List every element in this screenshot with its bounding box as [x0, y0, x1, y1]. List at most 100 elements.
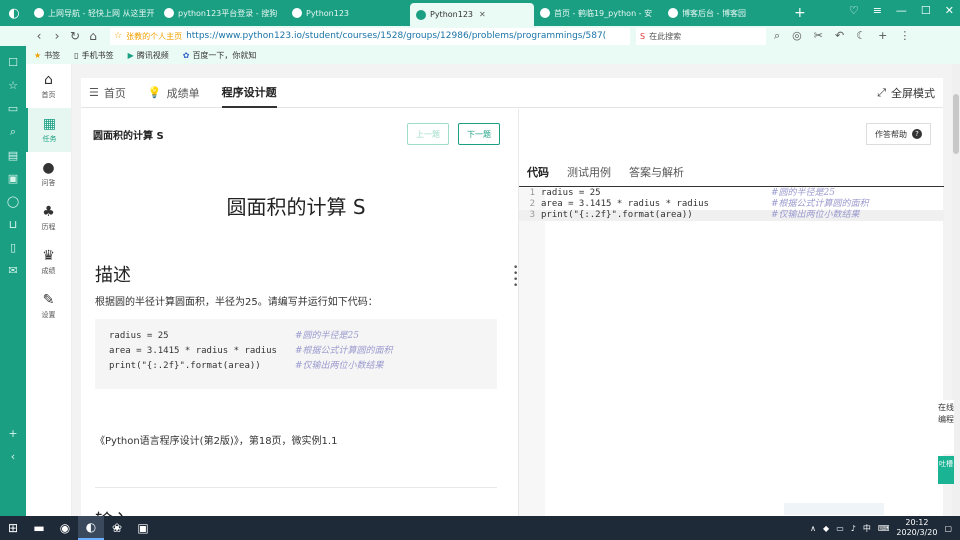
- tab-label: 博客后台 - 博客园: [682, 8, 746, 18]
- undo-icon[interactable]: ↶: [835, 29, 844, 43]
- add-icon[interactable]: +: [878, 29, 887, 43]
- tab-label: 首页 - 鹤临19_python - 安: [554, 8, 653, 18]
- tab-favicon-icon: [164, 8, 174, 18]
- back-icon[interactable]: ‹: [30, 29, 48, 43]
- bookmark-item[interactable]: ★ 书签: [34, 50, 60, 61]
- pane-drag-handle[interactable]: • • • •: [513, 264, 518, 291]
- editor-line[interactable]: 2 area = 3.1415 * radius * radius #根据公式计算圆…: [519, 199, 944, 210]
- menu-icon[interactable]: ≡: [873, 4, 882, 17]
- mail-icon[interactable]: ✉: [8, 264, 17, 277]
- game-icon[interactable]: ◎: [792, 29, 802, 43]
- sidebar-item-history[interactable]: ♣ 历程: [26, 196, 71, 240]
- tab-close-icon[interactable]: ✕: [479, 10, 486, 19]
- windows-start-icon[interactable]: ⊞: [0, 516, 26, 540]
- tab-favicon-icon: [292, 8, 302, 18]
- add-side-icon[interactable]: +: [8, 427, 17, 440]
- tab-label: 成绩单: [166, 86, 200, 100]
- search-side-icon[interactable]: ⌕: [10, 125, 16, 139]
- doc-icon[interactable]: ▯: [10, 241, 16, 254]
- shirt-icon[interactable]: ♡: [849, 4, 859, 17]
- sidebar-item-qa[interactable]: ● 问答: [26, 152, 71, 196]
- tab-grades[interactable]: 💡 成绩单: [148, 78, 200, 108]
- code-editor[interactable]: 1 radius = 25 #圆的半径是25 2 area = 3.1415 * ra…: [519, 188, 944, 516]
- editor-line-active[interactable]: 3 print("{:.2f}".format(area)) #仅输出两位小数结果: [519, 210, 944, 221]
- collapse-side-icon[interactable]: ‹: [11, 450, 15, 463]
- browser-tab[interactable]: 首页 - 鹤临19_python - 安: [534, 0, 662, 26]
- note-icon[interactable]: ▤: [8, 149, 18, 162]
- search-icon[interactable]: ⌕: [774, 29, 780, 43]
- bookmark-item[interactable]: ▯ 手机书签: [74, 50, 113, 61]
- bookmark-item[interactable]: ▶ 腾讯视频: [128, 50, 169, 61]
- network-icon[interactable]: ▭: [836, 524, 844, 533]
- fullscreen-button[interactable]: ⤢ 全屏模式: [877, 78, 935, 108]
- help-button[interactable]: 作答帮助?: [866, 123, 931, 145]
- tab-code[interactable]: 代码: [527, 157, 549, 187]
- clock[interactable]: 20:12 2020/3/20: [896, 518, 937, 538]
- section-divider: [95, 487, 497, 488]
- folder-icon[interactable]: ▬: [26, 516, 52, 540]
- online-coding-tab[interactable]: 在线编程: [938, 400, 954, 454]
- sidebar-item-settings[interactable]: ✎ 设置: [26, 284, 71, 328]
- url-text[interactable]: https://www.python123.io/student/courses…: [186, 31, 606, 41]
- browser-logo-icon[interactable]: ◐: [0, 0, 28, 26]
- forward-icon[interactable]: ›: [48, 29, 66, 43]
- bookmark-item[interactable]: ✿ 百度一下，你就知: [183, 50, 257, 61]
- active-browser-taskbar-icon[interactable]: ◐: [78, 516, 104, 540]
- tab-answer[interactable]: 答案与解析: [629, 157, 684, 187]
- collection-icon[interactable]: ☐: [8, 56, 18, 69]
- browser-tab[interactable]: Python123: [286, 0, 410, 26]
- sidebar-item-label: 任务: [42, 135, 57, 143]
- line-number: 1: [529, 188, 535, 198]
- game-side-icon[interactable]: ▣: [8, 172, 18, 185]
- sidebar-item-grades[interactable]: ♛ 成绩: [26, 240, 71, 284]
- minimize-icon[interactable]: —: [896, 4, 907, 17]
- home-nav-icon[interactable]: ⌂: [84, 29, 102, 43]
- browser-tab-active[interactable]: Python123 ✕: [410, 3, 534, 26]
- fullscreen-label: 全屏模式: [891, 86, 935, 100]
- maximize-icon[interactable]: ☐: [921, 4, 931, 17]
- tab-programming[interactable]: 程序设计题: [221, 78, 277, 108]
- url-field[interactable]: ☆ 张教的个人主页 https://www.python123.io/stude…: [110, 27, 630, 45]
- feedback-tab[interactable]: 吐槽: [938, 456, 954, 484]
- scissors-icon[interactable]: ✂: [814, 29, 823, 43]
- moon-icon[interactable]: ☾: [856, 29, 866, 43]
- task-icon: ▦: [42, 116, 57, 132]
- sidebar-item-task[interactable]: ▦ 任务: [26, 108, 71, 152]
- tab-label: Python123: [430, 10, 473, 19]
- browser-search[interactable]: S 在此搜索: [636, 27, 766, 45]
- favorites-icon[interactable]: ☆: [8, 79, 18, 92]
- tab-test-cases[interactable]: 测试用例: [567, 157, 611, 187]
- favorite-star-icon[interactable]: ☆: [114, 31, 122, 41]
- volume-icon[interactable]: ♪: [851, 524, 856, 533]
- sidebar-item-home[interactable]: ⌂ 首页: [26, 64, 71, 108]
- editor-line[interactable]: 1 radius = 25 #圆的半径是25: [519, 188, 944, 199]
- browser-tab[interactable]: python123平台登录 - 搜狗: [158, 0, 286, 26]
- sub-navigation: ☰ 首页 💡 成绩单 程序设计题 ⤢ 全屏模式: [81, 78, 943, 108]
- scrollbar-thumb[interactable]: [953, 94, 959, 154]
- sidebar-item-label: 首页: [41, 91, 56, 99]
- app-taskbar-icon[interactable]: ❀: [104, 516, 130, 540]
- browser-tab[interactable]: 上网导航 - 轻快上网 从这里开: [28, 0, 158, 26]
- ime-indicator[interactable]: 中: [863, 523, 871, 534]
- reload-icon[interactable]: ↻: [66, 29, 84, 43]
- more-icon[interactable]: ⋮: [899, 29, 910, 43]
- new-tab-plus-icon[interactable]: +: [794, 5, 806, 21]
- reader-icon[interactable]: ▭: [8, 102, 18, 115]
- shield-icon[interactable]: ◆: [823, 524, 829, 533]
- comment-icon[interactable]: ◯: [7, 195, 19, 208]
- browser-tab[interactable]: 博客后台 - 博客园: [662, 0, 782, 26]
- keyboard-icon[interactable]: ⌨: [878, 524, 890, 533]
- tab-home[interactable]: ☰ 首页: [89, 78, 126, 108]
- tray-arrow-icon[interactable]: ∧: [810, 524, 816, 533]
- editor-taskbar-icon[interactable]: ▣: [130, 516, 156, 540]
- prev-problem-button[interactable]: 上一题: [407, 123, 449, 145]
- sidebar-item-label: 设置: [41, 311, 56, 319]
- browser-taskbar-icon[interactable]: ◉: [52, 516, 78, 540]
- star-icon: ★: [34, 50, 42, 60]
- code-comment: #根据公式计算圆的面积: [295, 346, 393, 356]
- next-problem-button[interactable]: 下一题: [458, 123, 500, 145]
- home-icon: ⌂: [44, 72, 53, 88]
- cart-icon[interactable]: ⊔: [9, 218, 18, 231]
- notification-icon[interactable]: ▢: [944, 524, 952, 533]
- close-window-icon[interactable]: ✕: [945, 4, 954, 17]
